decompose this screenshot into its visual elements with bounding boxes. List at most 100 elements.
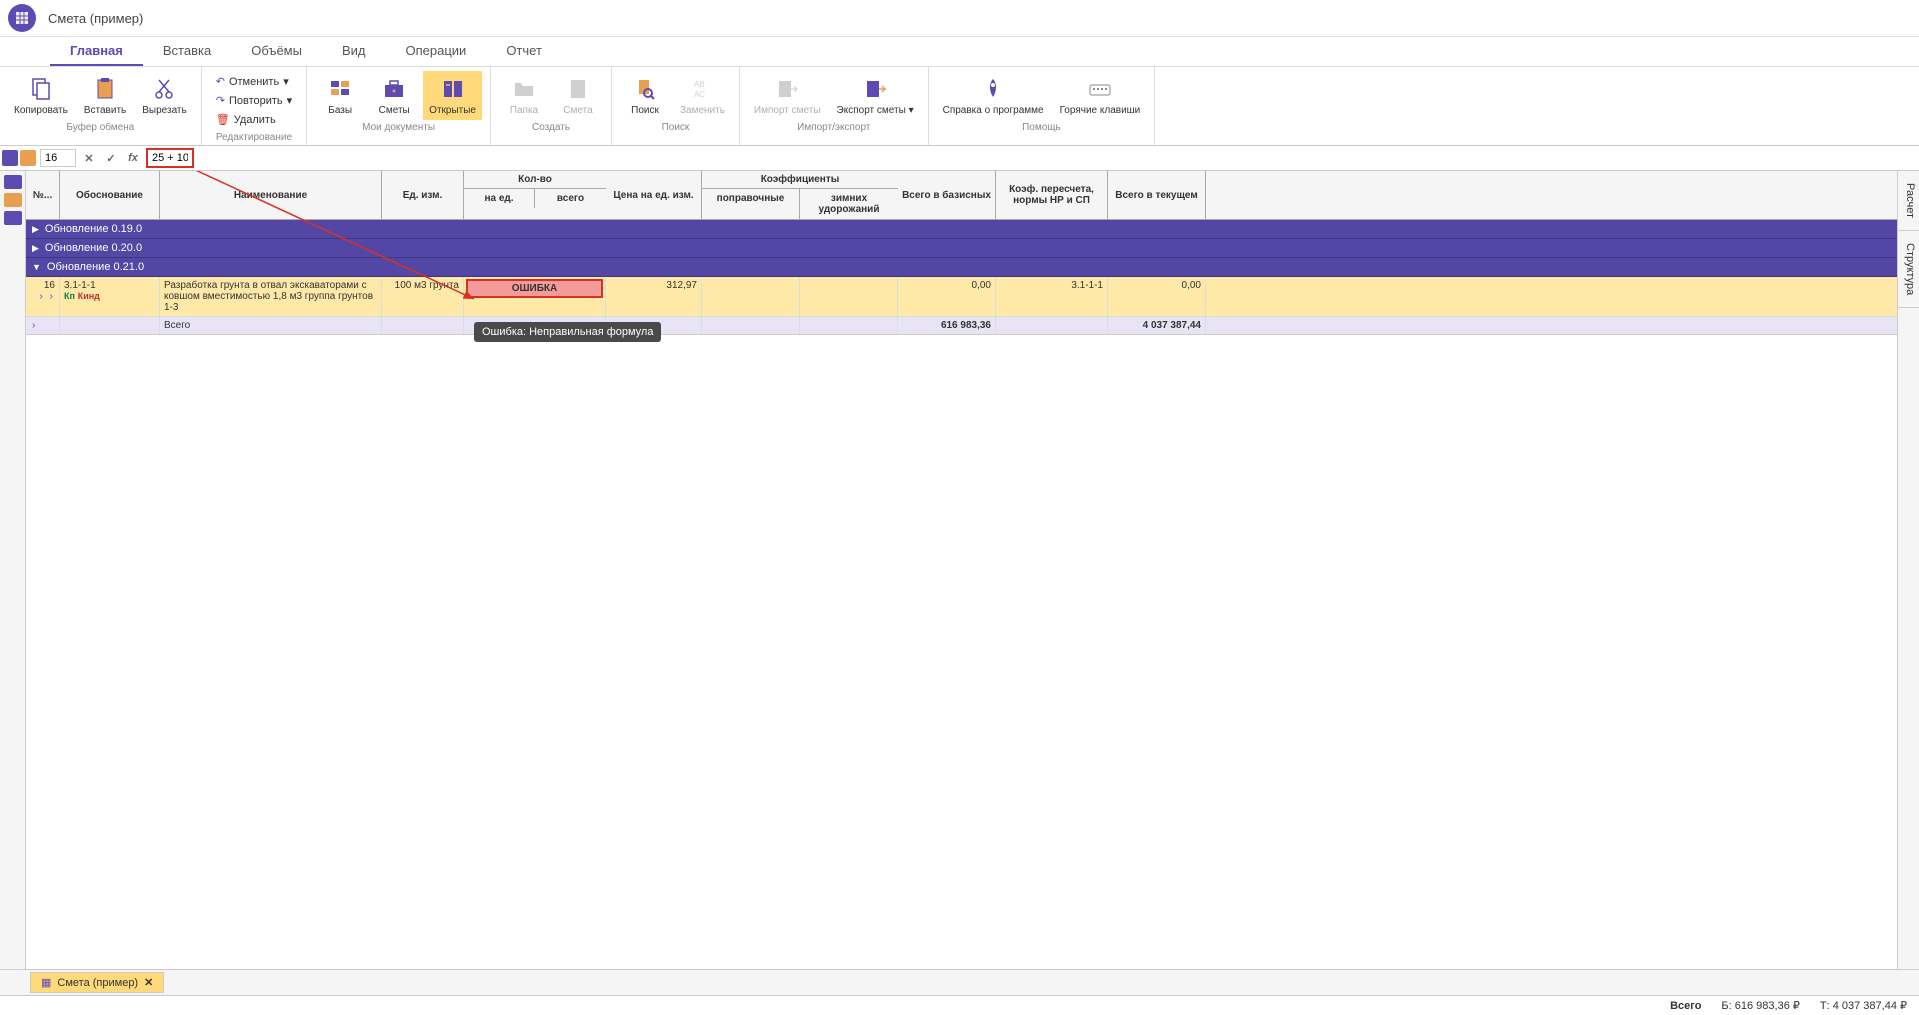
total-cur: 4 037 387,44 (1108, 317, 1206, 334)
rail-icon-2[interactable] (4, 193, 22, 207)
copy-button[interactable]: Копировать (8, 71, 74, 120)
trash-icon: 🗑 (216, 113, 230, 126)
menu-main[interactable]: Главная (50, 37, 143, 66)
cancel-formula-button[interactable]: ✕ (80, 149, 98, 167)
section-row-1[interactable]: ▶Обновление 0.20.0 (26, 239, 1897, 258)
undo-button[interactable]: ↶Отменить▾ (212, 73, 296, 90)
search-button[interactable]: Поиск (620, 71, 670, 120)
paste-icon (91, 75, 119, 103)
menu-report[interactable]: Отчет (486, 37, 562, 66)
col-name[interactable]: Наименование (160, 171, 382, 219)
paste-button[interactable]: Вставить (78, 71, 132, 120)
menu-operations[interactable]: Операции (386, 37, 487, 66)
replace-button[interactable]: АВАС Заменить (674, 71, 731, 120)
tab-calc[interactable]: Расчет (1898, 171, 1919, 231)
redo-icon: ↷ (216, 94, 225, 107)
ribbon-group-clipboard: Копировать Вставить Вырезать Буфер обмен… (0, 67, 202, 145)
chevron-right-icon: ▶ (32, 224, 39, 235)
kp-badge: Кп (64, 291, 75, 301)
rocket-icon (979, 75, 1007, 103)
cell-reference-input[interactable] (40, 149, 76, 167)
left-rail (0, 171, 26, 969)
total-row: › Всего 616 983,36 4 037 387,44 (26, 317, 1897, 335)
col-recalc[interactable]: Коэф. пересчета, нормы НР и СП (996, 171, 1108, 219)
ribbon-group-editing: ↶Отменить▾ ↷Повторить▾ 🗑Удалить Редактир… (202, 67, 307, 145)
chevron-right-icon: ▶ (32, 243, 39, 254)
row-total-base[interactable]: 0,00 (898, 277, 996, 316)
row-price[interactable]: 312,97 (606, 277, 702, 316)
total-base: 616 983,36 (898, 317, 996, 334)
status-total-label: Всего (1670, 1000, 1701, 1012)
close-tab-button[interactable]: ✕ (144, 976, 153, 989)
row-coef-winter[interactable] (800, 277, 898, 316)
svg-text:АС: АС (694, 90, 705, 99)
dropdown-icon: ▾ (909, 105, 914, 116)
col-qty-total[interactable]: всего (535, 189, 606, 208)
tab-structure[interactable]: Структура (1898, 231, 1919, 308)
rail-icon-3[interactable] (4, 211, 22, 225)
about-button[interactable]: Справка о программе (937, 71, 1050, 120)
redo-button[interactable]: ↷Повторить▾ (212, 92, 296, 109)
window-title: Смета (пример) (48, 11, 143, 26)
main-area: №... Обоснование Наименование Ед. изм. К… (0, 171, 1919, 969)
col-unit[interactable]: Ед. изм. (382, 171, 464, 219)
col-coef-winter[interactable]: зимних удорожаний (800, 189, 898, 219)
col-coef: Коэффициенты (702, 171, 898, 189)
menu-insert[interactable]: Вставка (143, 37, 231, 66)
error-cell[interactable]: ОШИБКА (466, 279, 603, 298)
col-basis[interactable]: Обоснование (60, 171, 160, 219)
svg-text:АВ: АВ (694, 80, 705, 89)
export-icon (861, 75, 889, 103)
app-icon (8, 4, 36, 32)
bases-button[interactable]: Базы (315, 71, 365, 120)
col-qty-unit[interactable]: на ед. (464, 189, 535, 208)
document-tab[interactable]: ▦ Смета (пример) ✕ (30, 972, 164, 993)
col-total-base[interactable]: Всего в базисных (898, 171, 996, 219)
titlebar: Смета (пример) (0, 0, 1919, 37)
col-price[interactable]: Цена на ед. изм. (606, 171, 702, 219)
grid: №... Обоснование Наименование Ед. изм. К… (26, 171, 1897, 969)
import-icon (773, 75, 801, 103)
row-coef-corr[interactable] (702, 277, 800, 316)
col-qty: Кол-во (464, 171, 606, 189)
view-icon-2[interactable] (20, 150, 36, 166)
copy-icon (27, 75, 55, 103)
row-name[interactable]: Разработка грунта в отвал экскаваторами … (160, 277, 382, 316)
import-button[interactable]: Импорт сметы (748, 71, 827, 120)
hotkeys-button[interactable]: Горячие клавиши (1054, 71, 1147, 120)
replace-icon: АВАС (688, 75, 716, 103)
view-icon-1[interactable] (2, 150, 18, 166)
fx-button[interactable]: fx (124, 149, 142, 167)
smeta-button[interactable]: Смета (553, 71, 603, 120)
total-label: Всего (160, 317, 382, 334)
row-recalc[interactable]: 3.1-1-1 (996, 277, 1108, 316)
expand-icon[interactable]: › (38, 289, 45, 304)
section-row-2[interactable]: ▼Обновление 0.21.0 (26, 258, 1897, 277)
row-unit[interactable]: 100 м3 грунта (382, 277, 464, 316)
menu-view[interactable]: Вид (322, 37, 386, 66)
expand-icon[interactable]: › (30, 318, 37, 333)
cut-icon (150, 75, 178, 103)
menu-volumes[interactable]: Объёмы (231, 37, 322, 66)
accept-formula-button[interactable]: ✓ (102, 149, 120, 167)
col-total-cur[interactable]: Всего в текущем (1108, 171, 1206, 219)
cut-button[interactable]: Вырезать (136, 71, 192, 120)
ribbon-group-impexp: Импорт сметы Экспорт сметы ▾ Импорт/эксп… (740, 67, 929, 145)
data-row[interactable]: 16 › › 3.1-1-1 Кп Кинд Разработка грунта… (26, 277, 1897, 317)
rail-icon-1[interactable] (4, 175, 22, 189)
formula-input[interactable] (146, 148, 194, 168)
col-coef-corr[interactable]: поправочные (702, 189, 800, 219)
expand-icon-2[interactable]: › (48, 289, 55, 304)
smety-button[interactable]: Сметы (369, 71, 419, 120)
section-row-0[interactable]: ▶Обновление 0.19.0 (26, 220, 1897, 239)
grid-header: №... Обоснование Наименование Ед. изм. К… (26, 171, 1897, 220)
export-button[interactable]: Экспорт сметы ▾ (831, 71, 920, 120)
right-tabs: Расчет Структура (1897, 171, 1919, 969)
row-total-cur[interactable]: 0,00 (1108, 277, 1206, 316)
col-num[interactable]: №... (26, 171, 60, 219)
chevron-down-icon: ▼ (32, 262, 41, 272)
open-button[interactable]: Открытые (423, 71, 482, 120)
delete-button[interactable]: 🗑Удалить (212, 111, 296, 128)
folder-button[interactable]: Папка (499, 71, 549, 120)
ribbon-group-search: Поиск АВАС Заменить Поиск (612, 67, 740, 145)
